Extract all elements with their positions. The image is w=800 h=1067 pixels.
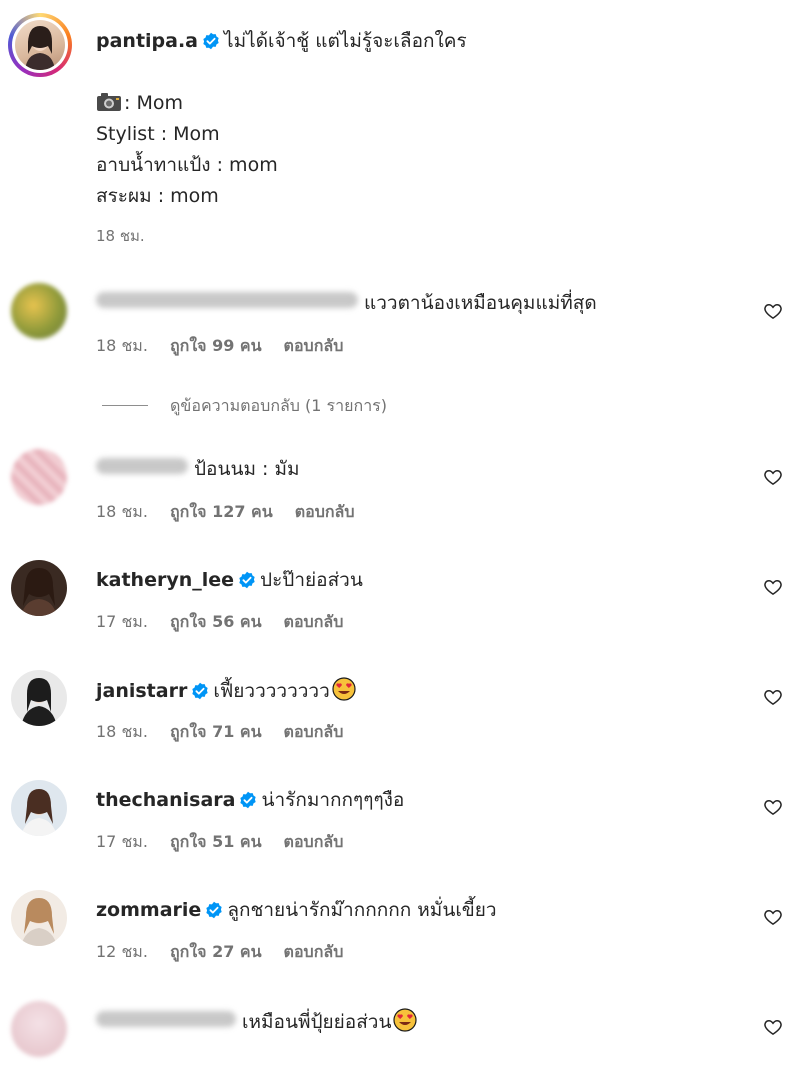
heart-eyes-emoji-icon [332,677,356,701]
heart-icon[interactable] [763,797,783,817]
verified-badge-icon [203,32,219,50]
comment-time: 17 ชม. [96,612,148,631]
caption-line-stylist: Stylist : Mom [96,123,220,145]
commenter-avatar[interactable] [11,780,67,836]
reply-button[interactable]: ตอบกลับ [284,722,344,741]
comment-likes[interactable]: ถูกใจ 27 คน [170,942,262,961]
heart-icon[interactable] [763,907,783,927]
commenter-username[interactable]: katheryn_lee [96,569,234,591]
comment-time: 18 ชม. [96,336,148,355]
commenter-username[interactable]: thechanisara [96,789,235,811]
post-caption: pantipa.a ไม่ได้เจ้าชู้ แต่ไม่รู้จะเลือกใ… [0,0,800,260]
caption-timestamp: 18 ชม. [96,227,145,245]
caption-line-photo: : Mom [96,88,278,119]
reply-button[interactable]: ตอบกลับ [284,832,344,851]
commenter-avatar[interactable] [11,449,67,505]
caption-line-hair: สระผม : mom [96,185,219,207]
commenter-avatar[interactable] [11,1001,67,1057]
verified-badge-icon [240,791,257,809]
commenter-avatar[interactable] [11,890,67,946]
commenter-avatar[interactable] [11,283,67,339]
commenter-username[interactable] [96,458,188,474]
verified-badge-icon [192,682,208,700]
reply-button[interactable]: ตอบกลับ [284,336,344,355]
commenter-username[interactable] [96,1011,236,1027]
comment-text: น่ารักมากกๆๆๆงือ [261,789,405,811]
heart-icon[interactable] [763,577,783,597]
reply-button[interactable]: ตอบกลับ [284,612,344,631]
comment-text: ป้อนนม : มัม [194,458,300,480]
verified-badge-icon [206,901,222,919]
commenter-avatar[interactable] [11,670,67,726]
comment-likes[interactable]: ถูกใจ 99 คน [170,336,262,355]
reply-button[interactable]: ตอบกลับ [284,942,344,961]
caption-line-bath: อาบน้ำทาแป้ง : mom [96,154,278,176]
heart-icon[interactable] [763,301,783,321]
comment-likes[interactable]: ถูกใจ 51 คน [170,832,262,851]
comment-text: ลูกชายน่ารักม๊ากกกกก หมั่นเขี้ยว [227,899,497,921]
comment-text: แววตาน้องเหมือนคุมแม่ที่สุด [364,292,597,314]
commenter-username[interactable]: zommarie [96,899,201,921]
comment-text: เฟี้ยวววววววว [213,680,330,702]
heart-eyes-emoji-icon [393,1008,418,1032]
camera-icon [97,93,121,111]
comment-time: 17 ชม. [96,832,148,851]
commenter-username[interactable]: janistarr [96,680,187,702]
heart-icon[interactable] [763,687,783,707]
comment-time: 12 ชม. [96,942,148,961]
commenter-username[interactable] [96,292,358,308]
verified-badge-icon [239,571,255,589]
comment-time: 18 ชม. [96,722,148,741]
heart-icon[interactable] [763,1017,783,1037]
comment-likes[interactable]: ถูกใจ 71 คน [170,722,262,741]
commenter-avatar[interactable] [11,560,67,616]
caption-text: ไม่ได้เจ้าชู้ แต่ไม่รู้จะเลือกใคร [224,30,467,52]
reply-button[interactable]: ตอบกลับ [295,502,355,521]
view-replies-button[interactable]: ดูข้อความตอบกลับ (1 รายการ) [96,394,387,419]
comment-text: ปะป๊าย่อส่วน [260,569,363,591]
author-avatar[interactable] [8,13,72,77]
comment-meta-cutoff [96,1048,101,1067]
comment-likes[interactable]: ถูกใจ 56 คน [170,612,262,631]
author-username[interactable]: pantipa.a [96,30,198,52]
heart-icon[interactable] [763,467,783,487]
comment-likes[interactable]: ถูกใจ 127 คน [170,502,273,521]
comment-text: เหมือนพี่ปุ้ยย่อส่วน [242,1011,392,1033]
comment-time: 18 ชม. [96,502,148,521]
